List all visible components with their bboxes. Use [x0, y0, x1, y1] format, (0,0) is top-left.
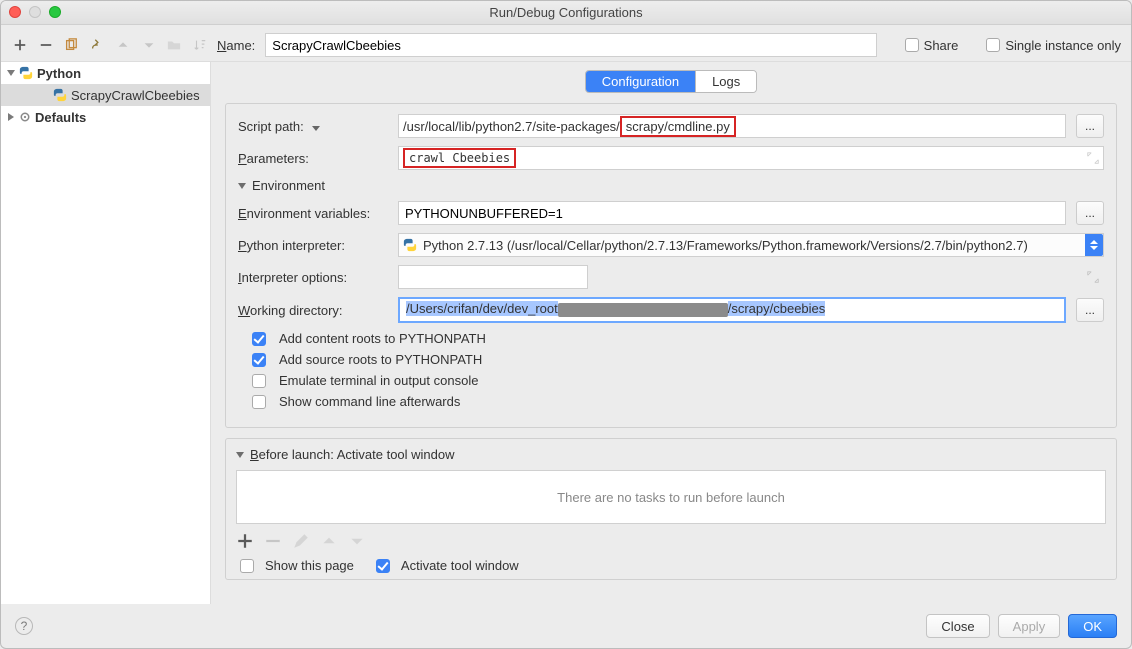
- apply-button: Apply: [998, 614, 1061, 638]
- python-interpreter-select[interactable]: Python 2.7.13 (/usr/local/Cellar/python/…: [398, 233, 1104, 257]
- source-roots-checkbox[interactable]: Add source roots to PYTHONPATH: [252, 352, 1104, 367]
- browse-button[interactable]: ...: [1076, 114, 1104, 138]
- bottom-bar: ? Close Apply OK: [1, 604, 1131, 648]
- python-icon: [403, 238, 417, 252]
- share-checkbox[interactable]: Share: [905, 38, 959, 53]
- config-tree[interactable]: Python ScrapyCrawlCbeebies Defaults: [1, 62, 211, 604]
- close-button[interactable]: Close: [926, 614, 989, 638]
- redacted-segment: [558, 303, 728, 317]
- tab-switcher: Configuration Logs: [225, 70, 1117, 93]
- script-path-label: Script path:: [238, 119, 388, 134]
- tab-configuration[interactable]: Configuration: [586, 71, 695, 92]
- interp-label: Python interpreter:: [238, 238, 388, 253]
- working-dir-label: Working directory:: [238, 303, 388, 318]
- before-launch-panel: Before launch: Activate tool window Ther…: [225, 438, 1117, 580]
- edit-task-icon: [292, 532, 310, 550]
- content-roots-checkbox[interactable]: Add content roots to PYTHONPATH: [252, 331, 1104, 346]
- interp-value: Python 2.7.13 (/usr/local/Cellar/python/…: [423, 238, 1028, 253]
- interp-opts-input[interactable]: [398, 265, 588, 289]
- python-icon: [53, 88, 67, 102]
- env-vars-input[interactable]: [398, 201, 1066, 225]
- working-dir-input[interactable]: /Users/crifan/dev/dev_root/scrapy/cbeebi…: [398, 297, 1066, 323]
- window-controls: [9, 6, 61, 18]
- name-label: Name:: [217, 38, 255, 53]
- minimize-window-icon: [29, 6, 41, 18]
- tree-label: ScrapyCrawlCbeebies: [71, 88, 200, 103]
- expand-icon[interactable]: [1086, 151, 1100, 165]
- tree-node-defaults[interactable]: Defaults: [1, 106, 210, 128]
- script-path-highlight: scrapy/cmdline.py: [620, 116, 736, 137]
- zoom-window-icon[interactable]: [49, 6, 61, 18]
- close-window-icon[interactable]: [9, 6, 21, 18]
- config-panel: Script path: /usr/local/lib/python2.7/si…: [225, 103, 1117, 428]
- script-path-input[interactable]: /usr/local/lib/python2.7/site-packages/s…: [398, 114, 1066, 138]
- env-vars-label: Environment variables:: [238, 206, 388, 221]
- expand-icon[interactable]: [8, 113, 14, 121]
- folder-icon[interactable]: [166, 36, 184, 54]
- show-page-checkbox[interactable]: Show this page: [240, 558, 354, 573]
- python-icon: [19, 66, 33, 80]
- updown-icon[interactable]: [1085, 234, 1103, 256]
- save-config-icon[interactable]: [88, 36, 106, 54]
- before-launch-toolbar: [236, 532, 1106, 550]
- sort-icon[interactable]: [191, 36, 209, 54]
- move-down-icon: [140, 36, 158, 54]
- working-dir-prefix: /Users/crifan/dev/dev_root: [406, 301, 558, 316]
- environment-section-header[interactable]: Environment: [238, 178, 1104, 193]
- working-dir-suffix: /scrapy/cbeebies: [728, 301, 826, 316]
- move-up-icon: [320, 532, 338, 550]
- dialog-window: Run/Debug Configurations Name: Share Sin…: [0, 0, 1132, 649]
- config-toolbar: [11, 36, 209, 54]
- activate-tool-window-checkbox[interactable]: Activate tool window: [376, 558, 519, 573]
- expand-icon[interactable]: [7, 70, 15, 76]
- browse-button[interactable]: ...: [1076, 201, 1104, 225]
- copy-config-icon[interactable]: [63, 36, 81, 54]
- add-task-icon[interactable]: [236, 532, 254, 550]
- single-instance-checkbox[interactable]: Single instance only: [986, 38, 1121, 53]
- tree-label: Defaults: [35, 110, 86, 125]
- tree-label: Python: [37, 66, 81, 81]
- content-area: Configuration Logs Script path: /usr/loc…: [211, 62, 1131, 604]
- show-cmd-checkbox[interactable]: Show command line afterwards: [252, 394, 1104, 409]
- move-down-icon: [348, 532, 366, 550]
- name-input[interactable]: [265, 33, 876, 57]
- parameters-label: Parameters:: [238, 151, 388, 166]
- parameters-highlight: crawl Cbeebies: [403, 148, 516, 168]
- parameters-input[interactable]: crawl Cbeebies: [398, 146, 1104, 170]
- tree-node-scrapycrawlcbeebies[interactable]: ScrapyCrawlCbeebies: [1, 84, 210, 106]
- titlebar: Run/Debug Configurations: [1, 1, 1131, 25]
- browse-button[interactable]: ...: [1076, 298, 1104, 322]
- chevron-down-icon[interactable]: [312, 126, 320, 131]
- tree-node-python[interactable]: Python: [1, 62, 210, 84]
- collapse-icon[interactable]: [238, 183, 246, 189]
- interp-opts-label: Interpreter options:: [238, 270, 388, 285]
- ok-button[interactable]: OK: [1068, 614, 1117, 638]
- remove-task-icon: [264, 532, 282, 550]
- script-path-value-prefix: /usr/local/lib/python2.7/site-packages/: [403, 119, 620, 134]
- emulate-terminal-checkbox[interactable]: Emulate terminal in output console: [252, 373, 1104, 388]
- window-title: Run/Debug Configurations: [489, 5, 642, 20]
- remove-config-icon[interactable]: [37, 36, 55, 54]
- expand-icon[interactable]: [1086, 270, 1100, 284]
- collapse-icon[interactable]: [236, 452, 244, 458]
- add-config-icon[interactable]: [11, 36, 29, 54]
- gear-icon: [19, 111, 31, 123]
- tab-logs[interactable]: Logs: [695, 71, 756, 92]
- before-launch-header[interactable]: Before launch: Activate tool window: [236, 447, 1106, 462]
- before-launch-list: There are no tasks to run before launch: [236, 470, 1106, 524]
- help-button[interactable]: ?: [15, 617, 33, 635]
- move-up-icon: [114, 36, 132, 54]
